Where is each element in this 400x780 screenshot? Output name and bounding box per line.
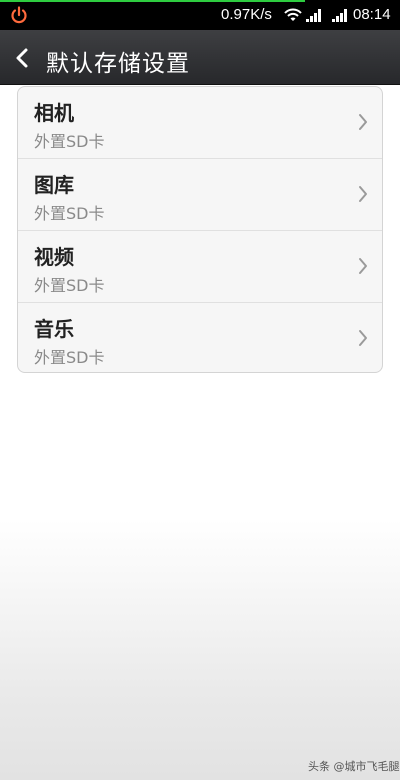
chevron-right-icon	[359, 330, 367, 346]
chevron-right-icon	[359, 114, 367, 130]
title-bar: 默认存储设置	[0, 30, 400, 85]
list-item-music[interactable]: 音乐 外置SD卡	[18, 303, 382, 372]
item-title: 相机	[34, 101, 74, 125]
progress-strip	[0, 0, 305, 2]
item-title: 音乐	[34, 317, 74, 341]
back-arrow-icon[interactable]	[14, 47, 30, 69]
item-value: 外置SD卡	[34, 204, 105, 223]
item-title: 图库	[34, 173, 74, 197]
list-item-video[interactable]: 视频 外置SD卡	[18, 231, 382, 303]
settings-list: 相机 外置SD卡 图库 外置SD卡 视频 外置SD卡 音乐 外置SD卡	[17, 86, 383, 373]
page-title: 默认存储设置	[46, 51, 190, 77]
network-speed: 0.97K/s	[221, 6, 272, 23]
signal-icon	[306, 9, 321, 22]
list-item-gallery[interactable]: 图库 外置SD卡	[18, 159, 382, 231]
clock: 08:14	[353, 6, 391, 23]
status-bar: 0.97K/s 08:14	[0, 0, 400, 30]
item-title: 视频	[34, 245, 74, 269]
item-value: 外置SD卡	[34, 132, 105, 151]
wifi-icon	[284, 8, 302, 21]
item-value: 外置SD卡	[34, 276, 105, 295]
watermark: 头条 @城市飞毛腿	[308, 760, 400, 773]
chevron-right-icon	[359, 186, 367, 202]
item-value: 外置SD卡	[34, 348, 105, 367]
list-item-camera[interactable]: 相机 外置SD卡	[18, 87, 382, 159]
power-icon	[11, 6, 27, 24]
signal-icon	[332, 9, 347, 22]
chevron-right-icon	[359, 258, 367, 274]
